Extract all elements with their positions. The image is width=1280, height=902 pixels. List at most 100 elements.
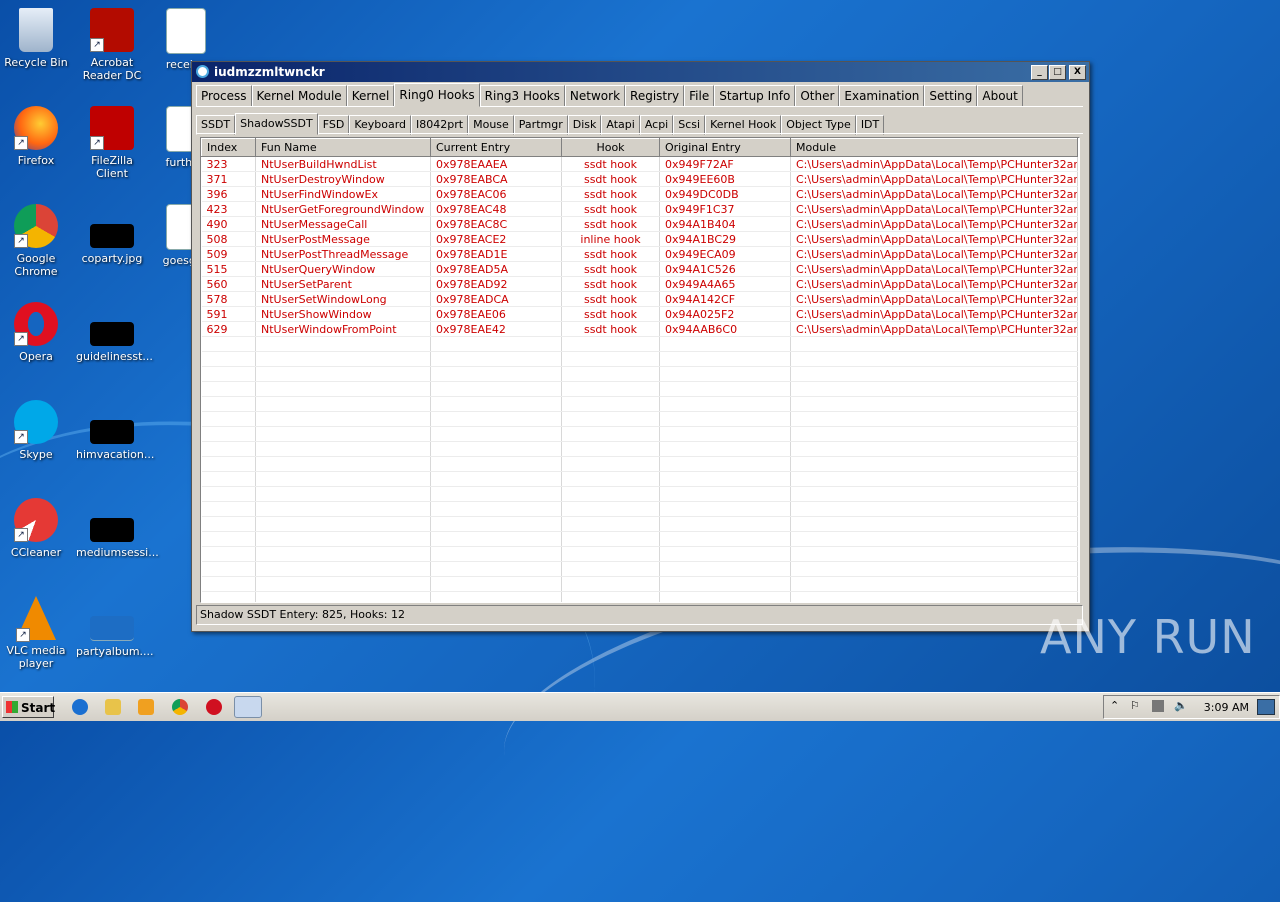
subtab-atapi[interactable]: Atapi [601,115,640,135]
table-cell: ssdt hook [561,216,660,232]
internet-explorer-icon[interactable] [72,699,88,715]
table-row[interactable]: 508 NtUserPostMessage 0x978EACE2 inline hoo… [201,231,1078,247]
tab-kernel-module[interactable]: Kernel Module [251,85,347,107]
desktop-icon-himvacation[interactable]: himvacation... [76,400,154,461]
column-header-original-entry[interactable]: Original Entry [659,138,791,157]
table-row[interactable]: 560 NtUserSetParent 0x978EAD92 ssdt hook 0x9… [201,276,1078,292]
tab-network[interactable]: Network [564,85,626,107]
desktop-icon-acrobat[interactable]: ↗ Acrobat Reader DC [76,8,148,82]
subtab-shadowssdt[interactable]: ShadowSSDT [235,113,318,135]
media-player-icon[interactable] [138,699,154,715]
desktop-icon-partyalbum[interactable]: partyalbum.... [76,596,154,658]
table-row[interactable]: 423 NtUserGetForegroundWindow 0x978EAC48 ss… [201,201,1078,217]
tab-file[interactable]: File [684,85,715,107]
table-cell: ssdt hook [561,201,660,217]
subtab-object-type[interactable]: Object Type [781,115,856,135]
empty-cell [430,486,562,502]
desktop-icon-skype[interactable]: ↗ Skype [0,400,72,461]
opera-taskbar-icon[interactable] [206,699,222,715]
empty-cell [561,561,660,577]
subtab-scsi[interactable]: Scsi [673,115,706,135]
desktop-icon-ccleaner[interactable]: ↗ CCleaner [0,498,72,559]
column-header-index[interactable]: Index [201,138,256,157]
file-explorer-icon[interactable] [105,699,121,715]
tab-divider [196,106,1083,107]
table-cell: C:\Users\admin\AppData\Local\Temp\PCHunt… [790,291,1078,307]
desktop-icon-vlc[interactable]: ↗ VLC media player [0,596,72,670]
table-row[interactable]: 396 NtUserFindWindowEx 0x978EAC06 ssdt hook… [201,186,1078,202]
network-icon[interactable] [1152,700,1164,712]
desktop-icon-label: FileZilla Client [91,154,133,180]
table-cell: NtUserSetParent [255,276,431,292]
tab-about[interactable]: About [977,85,1023,107]
table-row[interactable]: 509 NtUserPostThreadMessage 0x978EAD1E ssdt… [201,246,1078,262]
subtab-idt[interactable]: IDT [855,115,885,135]
show-desktop-icon[interactable] [1257,699,1275,715]
maximize-button[interactable]: □ [1049,65,1066,80]
tab-examination[interactable]: Examination [839,85,925,107]
empty-row [201,441,1078,457]
desktop-icon-chrome[interactable]: ↗ Google Chrome [0,204,72,278]
column-header-module[interactable]: Module [790,138,1078,157]
table-cell: C:\Users\admin\AppData\Local\Temp\PCHunt… [790,171,1078,187]
clock[interactable]: 3:09 AM [1204,701,1249,714]
empty-cell [201,531,256,547]
column-header-hook[interactable]: Hook [561,138,660,157]
tab-setting[interactable]: Setting [924,85,978,107]
empty-row [201,576,1078,592]
subtab-keyboard[interactable]: Keyboard [349,115,412,135]
tab-kernel[interactable]: Kernel [346,85,395,107]
close-button[interactable]: X [1069,65,1086,80]
tab-registry[interactable]: Registry [625,85,685,107]
desktop-icon-guidelinesst[interactable]: guidelinesst... [76,302,153,363]
column-header-current-entry[interactable]: Current Entry [430,138,562,157]
start-button[interactable]: Start [2,696,55,718]
tab-process[interactable]: Process [196,85,252,107]
subtab-i8042prt[interactable]: I8042prt [411,115,469,135]
desktop-icon-opera[interactable]: ↗ Opera [0,302,72,363]
desktop-icon-label: mediumsessi... [76,546,159,559]
table-row[interactable]: 490 NtUserMessageCall 0x978EAC8C ssdt hook 0… [201,216,1078,232]
empty-cell [201,591,256,602]
table-row[interactable]: 629 NtUserWindowFromPoint 0x978EAE42 ssdt h… [201,321,1078,337]
pchunter-taskbar-button[interactable] [234,696,262,718]
subtab-partmgr[interactable]: Partmgr [513,115,568,135]
tab-ring0-hooks[interactable]: Ring0 Hooks [394,83,480,107]
empty-cell [561,591,660,602]
tab-other[interactable]: Other [795,85,840,107]
hooks-list[interactable]: Index Fun Name Current Entry Hook Original E… [200,137,1080,603]
desktop-icon-recycle-bin[interactable]: Recycle Bin [0,8,72,69]
action-center-flag-icon[interactable]: ⚐ [1130,699,1140,712]
show-hidden-icons-icon[interactable]: ⌃ [1110,699,1119,712]
desktop-icon-label: Acrobat Reader DC [82,56,142,82]
subtab-acpi[interactable]: Acpi [639,115,674,135]
window-titlebar[interactable]: iudmzzmltwnckr _ □ X [192,62,1089,82]
desktop-icon-filezilla[interactable]: ↗ FileZilla Client [76,106,148,180]
subtab-fsd[interactable]: FSD [317,115,350,135]
sub-tab-bar: SSDT ShadowSSDT FSD Keyboard I8042prt Mouse Pa… [196,113,885,135]
subtab-mouse[interactable]: Mouse [468,115,514,135]
volume-icon[interactable]: 🔈 [1174,699,1188,712]
minimize-button[interactable]: _ [1031,65,1048,80]
desktop-icon-mediumsessi[interactable]: mediumsessi... [76,498,159,559]
chrome-taskbar-icon[interactable] [172,699,188,715]
table-row[interactable]: 371 NtUserDestroyWindow 0x978EABCA ssdt hoo… [201,171,1078,187]
desktop-icon-coparty[interactable]: coparty.jpg [76,204,148,265]
ccleaner-icon: ↗ [14,498,58,542]
table-row[interactable]: 323 NtUserBuildHwndList 0x978EAAEA ssdt hoo… [201,156,1078,172]
subtab-disk[interactable]: Disk [567,115,602,135]
empty-cell [255,411,431,427]
subtab-kernel-hook[interactable]: Kernel Hook [705,115,782,135]
table-row[interactable]: 578 NtUserSetWindowLong 0x978EADCA ssdt hoo… [201,291,1078,307]
table-row[interactable]: 515 NtUserQueryWindow 0x978EAD5A ssdt hook 0… [201,261,1078,277]
empty-cell [255,351,431,367]
desktop-icon-firefox[interactable]: ↗ Firefox [0,106,72,167]
tab-startup-info[interactable]: Startup Info [714,85,796,107]
table-cell: 423 [201,201,256,217]
table-row[interactable]: 591 NtUserShowWindow 0x978EAE06 ssdt hook 0x… [201,306,1078,322]
column-header-fun-name[interactable]: Fun Name [255,138,431,157]
table-cell: 0x949A4A65 [659,276,791,292]
tab-ring3-hooks[interactable]: Ring3 Hooks [479,85,565,107]
empty-cell [255,516,431,532]
subtab-ssdt[interactable]: SSDT [196,115,236,135]
